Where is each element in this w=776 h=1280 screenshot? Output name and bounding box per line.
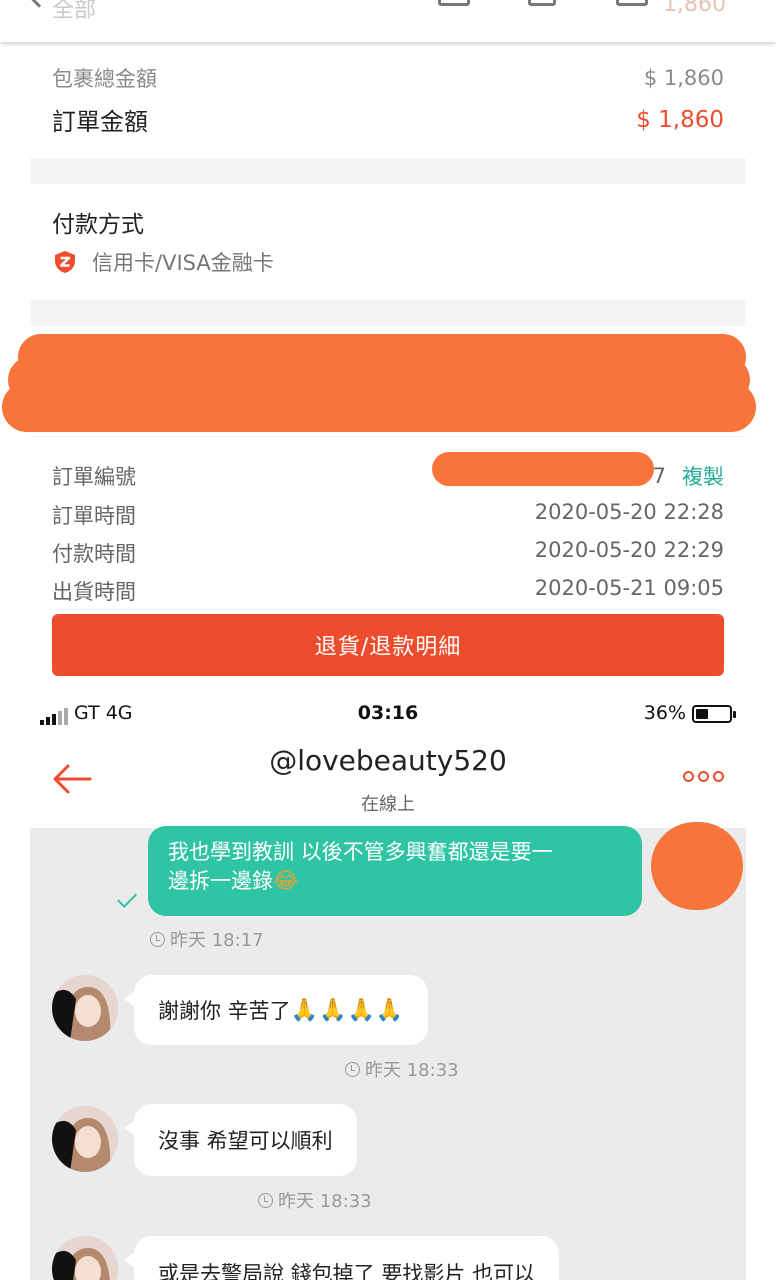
battery-percent: 36% (643, 702, 686, 724)
redaction-mark (2, 382, 756, 432)
emoji: 😂 (273, 869, 300, 894)
back-icon[interactable] (26, 0, 52, 8)
divider (30, 436, 746, 437)
order-summary-card (30, 42, 746, 158)
timestamp-text: 昨天 18:17 (170, 930, 264, 951)
ship-time-label: 出貨時間 (52, 580, 136, 604)
message-timestamp: 昨天 18:17 (150, 926, 264, 952)
message-timestamp: 昨天 18:33 (345, 1056, 459, 1082)
refund-details-button[interactable]: 退貨/退款明細 (52, 614, 724, 676)
order-number-tail: 7 (652, 464, 666, 488)
payment-time-row: 付款時間 2020-05-20 22:29 (52, 538, 724, 568)
order-amount-value: $ 1,860 (636, 106, 724, 133)
shield-icon (55, 251, 75, 273)
payment-time-value: 2020-05-20 22:29 (534, 538, 724, 562)
message-text: 邊拆一邊錄 (168, 869, 273, 893)
emoji: 🙏🙏🙏🙏 (290, 997, 405, 1023)
ship-time-row: 出貨時間 2020-05-21 09:05 (52, 576, 724, 606)
avatar[interactable] (52, 1106, 118, 1172)
package-total-row: 包裹總金額 $ 1,860 (52, 63, 724, 93)
order-amount-row: 訂單金額 $ 1,860 (52, 102, 724, 137)
payment-method: 信用卡/VISA金融卡 (52, 247, 274, 277)
incoming-message: 沒事 希望可以順利 (124, 1104, 357, 1176)
order-number-label: 訂單編號 (52, 465, 136, 489)
chat-icon[interactable] (616, 0, 648, 6)
message-text: 沒事 希望可以順利 (158, 1129, 333, 1153)
chat-username: @lovebeauty520 (269, 744, 507, 777)
payment-title: 付款方式 (52, 212, 144, 238)
message-text: 或是去警局說 錢包掉了 要找影片 也可以 (158, 1262, 536, 1280)
section-divider (30, 158, 746, 184)
avatar[interactable] (52, 975, 118, 1041)
avatar-image (52, 1106, 118, 1172)
clock-icon (150, 931, 165, 947)
timestamp-text: 昨天 18:33 (365, 1060, 459, 1081)
package-total-label: 包裹總金額 (52, 67, 157, 91)
section-divider (30, 300, 746, 326)
redaction-mark (432, 452, 654, 486)
clock-icon (345, 1061, 360, 1077)
battery-fill (696, 709, 708, 719)
ship-time-value: 2020-05-21 09:05 (534, 576, 724, 600)
top-nav-title: 全部 (52, 0, 97, 23)
order-time-value: 2020-05-20 22:28 (534, 500, 724, 524)
order-number-value: 7 複製 (653, 461, 724, 491)
more-icon[interactable] (683, 771, 724, 782)
top-nav-bar: 全部 1,860 (0, 0, 776, 42)
order-time-label: 訂單時間 (52, 504, 136, 528)
incoming-message: 謝謝你 辛苦了 🙏🙏🙏🙏 (123, 975, 429, 1045)
message-text: 謝謝你 辛苦了 (158, 999, 291, 1023)
order-amount-label: 訂單金額 (52, 108, 148, 136)
message-text: 我也學到教訓 以後不管多興奮都還是要一 (168, 840, 553, 864)
package-total-value: $ 1,860 (643, 66, 724, 90)
payment-time-label: 付款時間 (52, 542, 136, 566)
timestamp-text: 昨天 18:33 (278, 1191, 372, 1212)
chat-online-status: 在線上 (361, 794, 415, 815)
message-timestamp: 昨天 18:33 (258, 1187, 372, 1213)
outgoing-message: 我也學到教訓 以後不管多興奮都還是要一 邊拆一邊錄😂 (148, 826, 642, 916)
clock-icon (258, 1192, 273, 1208)
order-time-row: 訂單時間 2020-05-20 22:28 (52, 500, 724, 530)
payment-method-label: 信用卡/VISA金融卡 (92, 251, 274, 275)
avatar-image (52, 975, 118, 1041)
copy-button[interactable]: 複製 (682, 461, 724, 491)
top-nav-amount: 1,860 (663, 0, 726, 17)
redaction-mark (651, 822, 743, 910)
incoming-message: 或是去警局說 錢包掉了 要找影片 也可以 (123, 1236, 560, 1280)
battery-icon (692, 705, 736, 723)
list-icon[interactable] (438, 0, 470, 6)
receipt-icon[interactable] (528, 0, 556, 6)
